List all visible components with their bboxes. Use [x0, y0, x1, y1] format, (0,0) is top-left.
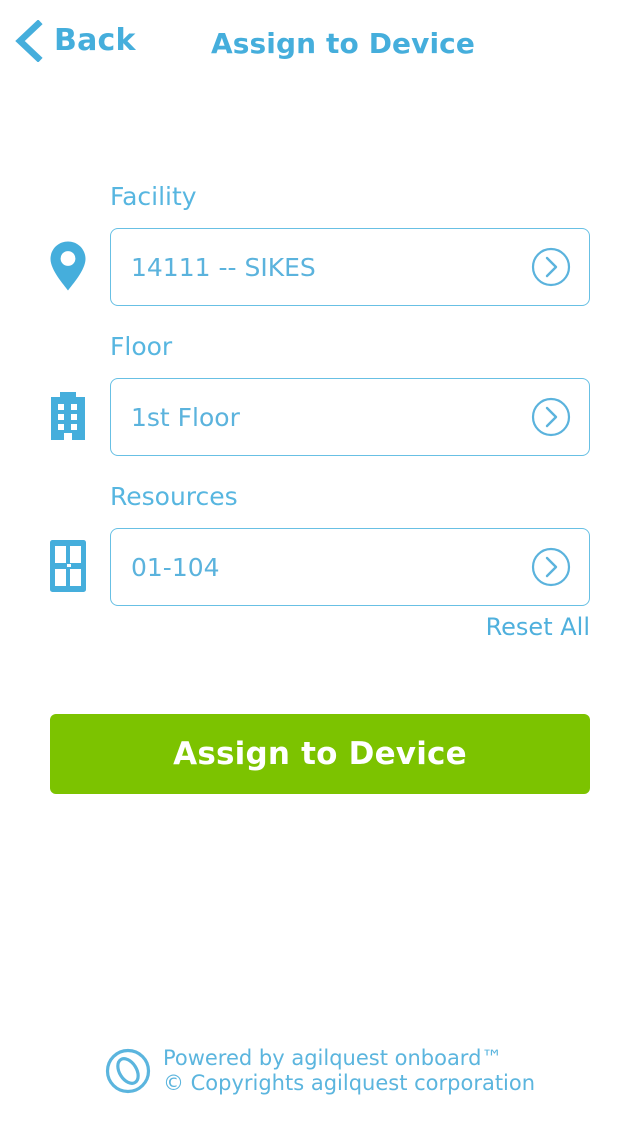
resources-label: Resources: [110, 482, 238, 511]
back-chevron-icon: [15, 20, 43, 62]
footer-copyright: © Copyrights agilquest corporation: [162, 1070, 536, 1095]
app-header: Back Assign to Device: [0, 0, 640, 92]
chevron-right-circle-icon: [531, 397, 571, 437]
assignment-form: Facility 14111 -- SIKES Floor 1st Floor …: [0, 160, 640, 610]
map-pin-icon: [46, 238, 90, 294]
floor-value: 1st Floor: [131, 404, 240, 430]
footer-text: Powered by agilquest onboard™ © Copyrigh…: [163, 1046, 535, 1096]
room-door-icon: [46, 538, 90, 594]
floor-select[interactable]: 1st Floor: [110, 378, 590, 456]
agilquest-logo-icon: [105, 1048, 151, 1093]
back-button[interactable]: Back: [14, 20, 136, 62]
page-title: Assign to Device: [211, 27, 475, 60]
facility-label: Facility: [110, 182, 197, 211]
field-group-resources: Resources 01-104: [0, 460, 640, 610]
back-button-label: Back: [54, 23, 136, 58]
resources-value: 01-104: [131, 554, 220, 580]
floor-label: Floor: [110, 332, 173, 361]
building-icon: [46, 388, 90, 444]
field-group-facility: Facility 14111 -- SIKES: [0, 160, 640, 310]
facility-select[interactable]: 14111 -- SIKES: [110, 228, 590, 306]
chevron-right-circle-icon: [531, 247, 571, 287]
footer: Powered by agilquest onboard™ © Copyrigh…: [0, 1046, 640, 1096]
facility-value: 14111 -- SIKES: [131, 254, 316, 280]
chevron-right-circle-icon: [531, 547, 571, 587]
field-group-floor: Floor 1st Floor: [0, 310, 640, 460]
resources-select[interactable]: 01-104: [110, 528, 590, 606]
reset-all-link[interactable]: Reset All: [486, 615, 590, 639]
footer-powered-by: Powered by agilquest onboard™: [162, 1046, 503, 1070]
assign-to-device-button[interactable]: Assign to Device: [50, 714, 590, 794]
